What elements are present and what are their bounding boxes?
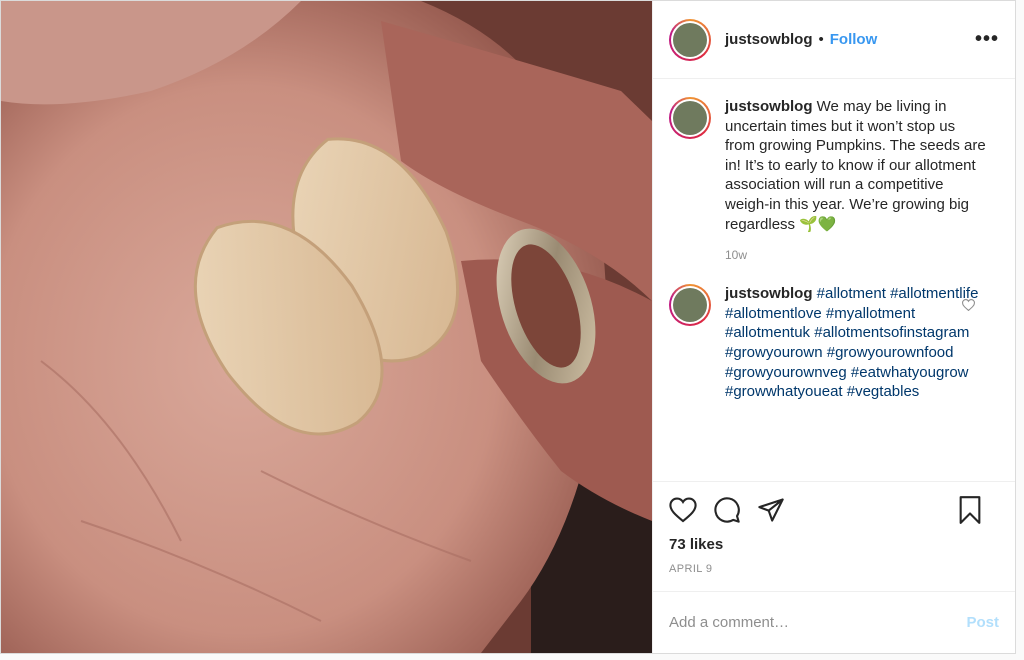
- post-photo[interactable]: [1, 1, 652, 653]
- avatar-image: [673, 22, 707, 57]
- avatar-image: [673, 101, 707, 135]
- instagram-post: justsowblog • Follow ••• justsowblog We …: [0, 0, 1016, 654]
- bookmark-icon[interactable]: [957, 496, 983, 524]
- post-sidebar: justsowblog • Follow ••• justsowblog We …: [652, 1, 1015, 653]
- hashtag[interactable]: #myallotment: [826, 305, 915, 322]
- caption: justsowblog We may be living in uncertai…: [669, 97, 999, 234]
- add-comment-bar: Add a comment… Post: [653, 591, 1015, 653]
- actions-bar: 73 likes APRIL 9: [653, 481, 1015, 591]
- hashtag[interactable]: #eatwhatyougrow: [851, 364, 969, 381]
- avatar[interactable]: [669, 97, 711, 139]
- avatar[interactable]: [669, 284, 711, 327]
- hashtag-comment: justsowblog #allotment #allotmentlife #a…: [669, 284, 999, 402]
- follow-button[interactable]: Follow: [830, 31, 878, 48]
- avatar-image: [673, 288, 707, 323]
- hashtag[interactable]: #growyourownveg: [725, 364, 847, 381]
- likes-count[interactable]: 73 likes: [669, 536, 999, 553]
- comments-section[interactable]: justsowblog We may be living in uncertai…: [653, 79, 1015, 481]
- hashtag-text: justsowblog #allotment #allotmentlife #a…: [725, 284, 987, 402]
- hashtag[interactable]: #allotmentsofinstagram: [814, 324, 969, 341]
- caption-text: justsowblog We may be living in uncertai…: [725, 97, 987, 234]
- avatar[interactable]: [669, 18, 711, 61]
- hashtag[interactable]: #growyourown: [725, 344, 823, 361]
- separator-dot: •: [818, 31, 824, 48]
- comment-like-icon[interactable]: [961, 298, 976, 316]
- comment-icon[interactable]: [713, 496, 741, 524]
- username-link[interactable]: justsowblog: [725, 31, 813, 48]
- share-icon[interactable]: [757, 496, 785, 524]
- hashtag[interactable]: #allotment: [817, 285, 886, 302]
- post-date[interactable]: APRIL 9: [669, 563, 999, 575]
- hashtag[interactable]: #growyourownfood: [827, 344, 954, 361]
- hashtag[interactable]: #growwhatyoueat: [725, 383, 843, 400]
- hashtag[interactable]: #allotmentlove: [725, 305, 822, 322]
- post-time[interactable]: 10w: [725, 248, 999, 262]
- more-icon[interactable]: •••: [975, 28, 999, 51]
- post-comment-button[interactable]: Post: [966, 614, 999, 631]
- comment-username[interactable]: justsowblog: [725, 285, 813, 302]
- caption-body: We may be living in uncertain times but …: [725, 98, 986, 233]
- hashtag[interactable]: #vegtables: [847, 383, 920, 400]
- pumpkin-seeds-photo: [1, 1, 652, 653]
- heart-icon[interactable]: [669, 497, 697, 523]
- caption-username[interactable]: justsowblog: [725, 98, 813, 115]
- hashtag[interactable]: #allotmentuk: [725, 324, 810, 341]
- post-header: justsowblog • Follow •••: [653, 1, 1015, 79]
- comment-input[interactable]: Add a comment…: [669, 614, 789, 631]
